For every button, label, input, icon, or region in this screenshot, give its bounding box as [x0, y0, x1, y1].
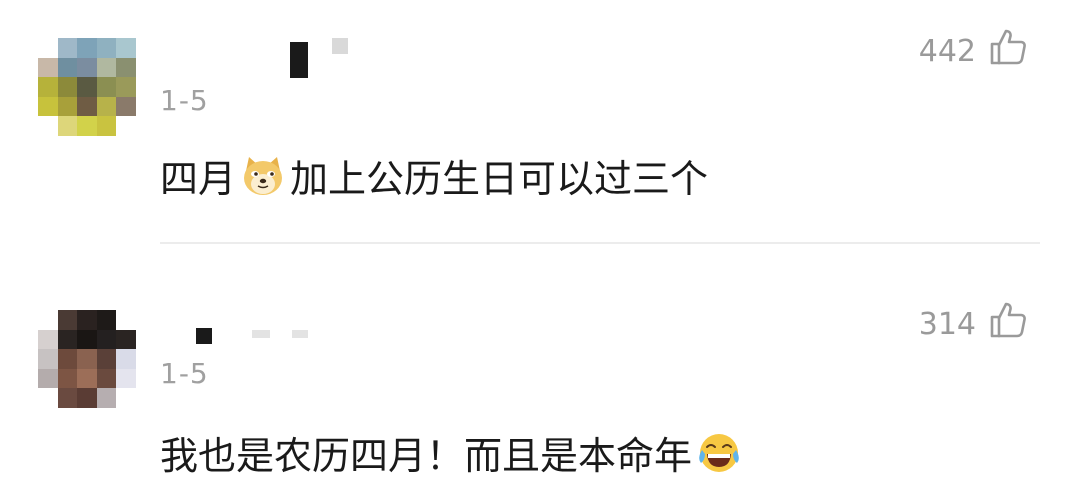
laughing-tears-emoji-icon: [696, 430, 742, 476]
comment-item: 1-5 314 我也是农历四月！而且是本命年: [0, 244, 1080, 493]
like-count: 314: [918, 306, 976, 342]
comment-text-part: 我也是农历四月！而且是本命年: [160, 434, 693, 478]
thumbs-up-icon: [988, 300, 1028, 348]
comment-text-part: 四月: [160, 157, 237, 201]
comment-text: 我也是农历四月！而且是本命年: [160, 425, 746, 480]
like-button[interactable]: 442: [919, 27, 1028, 75]
comment-time: 1-5: [160, 84, 209, 117]
comment-time: 1-5: [160, 357, 209, 390]
avatar[interactable]: [38, 38, 136, 136]
avatar[interactable]: [38, 310, 136, 408]
like-count: 442: [918, 33, 976, 69]
comment-text: 四月 加上公历生日可以过三个: [160, 148, 708, 203]
comment-item: 1-5 442 四月 加上公历生日可以过三个: [0, 0, 1080, 244]
doge-emoji-icon: [240, 153, 286, 199]
like-button[interactable]: 314: [919, 300, 1028, 348]
comment-text-part: 加上公历生日可以过三个: [290, 157, 709, 201]
thumbs-up-icon: [988, 27, 1028, 75]
